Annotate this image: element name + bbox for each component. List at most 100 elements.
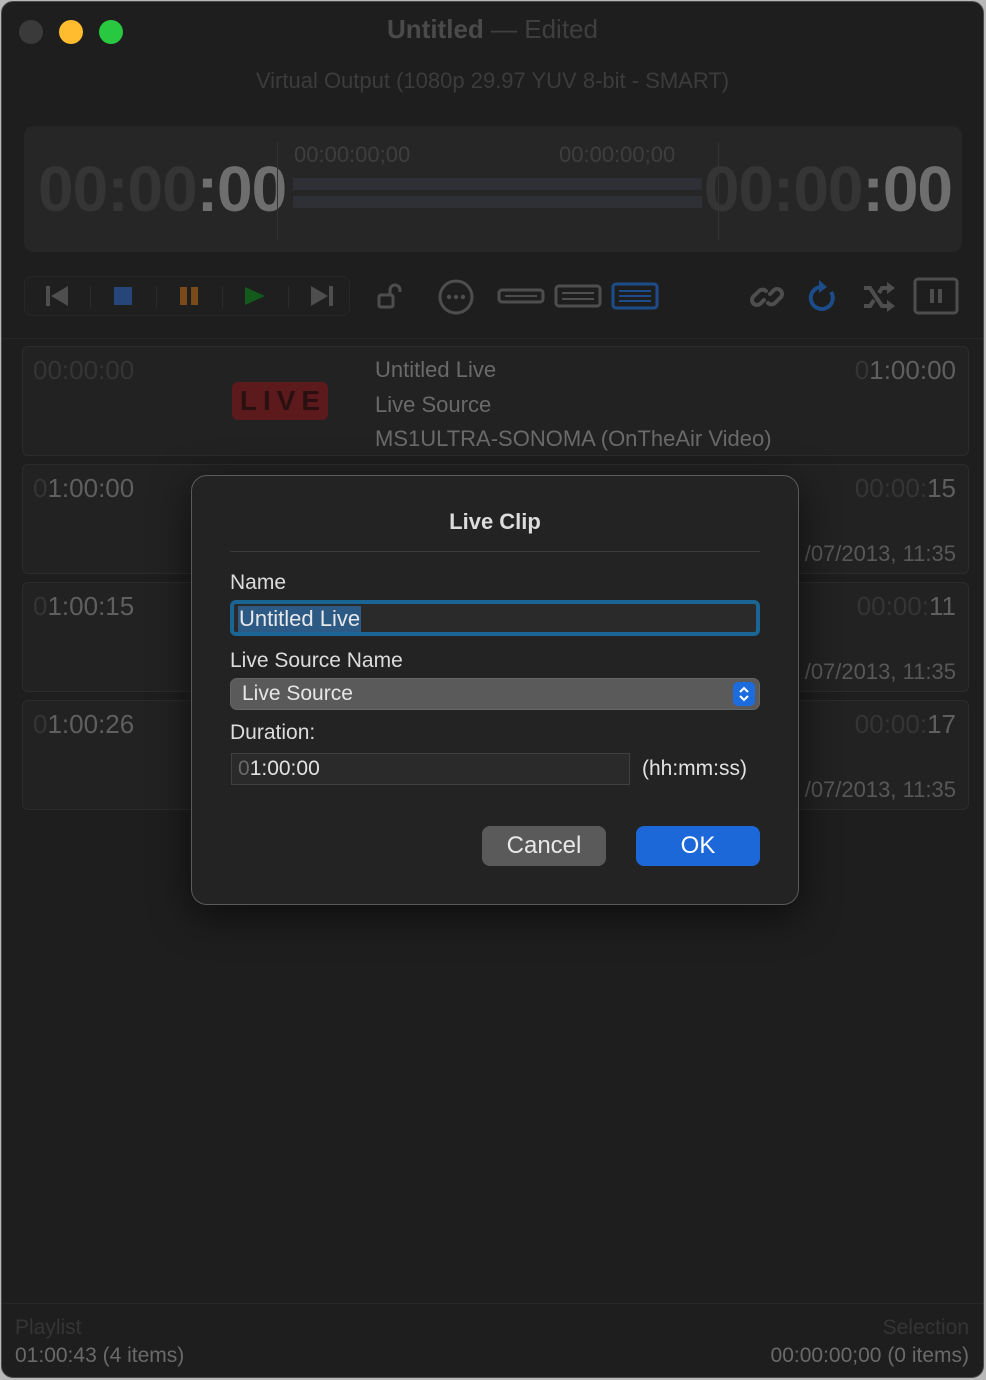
edited-status: Edited — [524, 14, 598, 44]
duration-dim: 0 — [238, 757, 250, 780]
item-start-dim: 0 — [33, 591, 48, 621]
link-icon — [750, 287, 784, 307]
duration-format-hint: (hh:mm:ss) — [642, 757, 747, 780]
elapsed-timer-dim: 00:00 — [38, 153, 198, 225]
shuffle-icon — [864, 282, 895, 312]
item-date: /07/2013, 11:35 — [804, 541, 956, 566]
item-duration-lit: 11 — [929, 591, 956, 621]
item-start-lit: 1:00:26 — [47, 709, 135, 739]
item-start-lit: 1:00:00 — [47, 473, 135, 503]
previous-icon — [46, 286, 68, 306]
loop-icon — [808, 280, 835, 311]
row-size-medium-button[interactable] — [553, 282, 603, 310]
title-separator: — — [491, 14, 518, 44]
output-description: Virtual Output (1080p 29.97 YUV 8-bit - … — [255, 68, 730, 93]
live-source-select[interactable]: Live Source — [230, 678, 760, 710]
live-badge: LIVE — [232, 382, 328, 420]
pause-button[interactable] — [156, 277, 222, 315]
item-duration: 00:00:15 — [855, 473, 956, 504]
window-title: Untitled — Edited — [2, 14, 983, 45]
document-name: Untitled — [387, 14, 484, 44]
play-button[interactable] — [222, 277, 288, 315]
row-size-large-icon — [611, 282, 659, 310]
item-source: Live Source — [375, 392, 492, 417]
item-start-dim: 0 — [33, 473, 48, 503]
previous-button[interactable] — [25, 277, 91, 315]
remaining-timer: 00:00:00 — [703, 152, 953, 226]
selection-label: Selection — [882, 1316, 969, 1339]
row-size-small-button[interactable] — [496, 284, 546, 308]
app-window: Untitled — Edited Virtual Output (1080p … — [1, 1, 984, 1378]
row-size-medium-icon — [554, 284, 602, 308]
item-duration-dim: 00:00: — [854, 709, 928, 739]
pause-icon — [180, 287, 198, 305]
ok-button[interactable]: OK — [636, 826, 760, 866]
item-duration: 00:00:17 — [855, 709, 956, 740]
clip-start-timecode: 00:00:00;00 — [294, 142, 411, 167]
timer-panel: 00:00:00 00:00:00;00 00:00:00;00 00:00:0… — [24, 126, 962, 252]
row-size-large-button[interactable] — [610, 281, 660, 311]
shuffle-button[interactable] — [860, 280, 898, 314]
item-date: /07/2013, 11:35 — [804, 777, 956, 802]
name-label: Name — [230, 571, 287, 594]
item-name: Untitled Live — [375, 357, 497, 382]
stop-button[interactable] — [90, 277, 156, 315]
timer-divider — [277, 142, 278, 240]
playlist-progress-bar — [293, 196, 702, 208]
remaining-timer-dim: 00:00 — [703, 153, 864, 225]
live-source-label: Live Source Name — [230, 649, 403, 672]
item-duration-lit: 17 — [927, 709, 956, 739]
item-date: /07/2013, 11:35 — [804, 659, 956, 684]
duration-label: Duration: — [230, 721, 316, 744]
next-button[interactable] — [288, 277, 354, 315]
clip-end-timecode: 00:00:00;00 — [559, 142, 676, 167]
duration-input[interactable]: 01:00:00 — [231, 753, 630, 785]
playlist-total: 01:00:43 (4 items) — [15, 1344, 185, 1367]
toolbar-divider — [2, 338, 983, 339]
play-icon — [245, 287, 265, 305]
item-start-time: 00:00:00 — [33, 355, 134, 386]
dialog-divider — [230, 551, 760, 552]
popup-stepper-icon — [733, 682, 755, 706]
cancel-button[interactable]: Cancel — [482, 826, 606, 866]
pause-at-end-button[interactable] — [912, 277, 960, 315]
elapsed-timer: 00:00:00 — [38, 152, 287, 226]
next-icon — [311, 286, 333, 306]
more-icon — [438, 279, 474, 315]
item-duration-dim: 0 — [854, 355, 870, 385]
row-size-small-icon — [497, 288, 545, 304]
live-clip-dialog: Live Clip Name Untitled Live Live Source… — [191, 475, 799, 905]
loop-button[interactable] — [804, 276, 842, 316]
item-start-time: 01:00:15 — [33, 591, 134, 622]
live-source-value: Live Source — [242, 682, 353, 705]
lock-button[interactable] — [374, 282, 406, 312]
item-duration: 00:00:11 — [857, 591, 956, 622]
item-start-lit: 1:00:15 — [47, 591, 135, 621]
more-options-button[interactable] — [436, 278, 476, 316]
item-start-time: 01:00:00 — [33, 473, 134, 504]
pause-box-icon — [913, 277, 959, 315]
remaining-timer-lit: :00 — [862, 153, 953, 225]
item-host: MS1ULTRA-SONOMA (OnTheAir Video) — [375, 426, 772, 451]
selection-total: 00:00:00;00 (0 items) — [770, 1344, 969, 1367]
name-input[interactable]: Untitled Live — [230, 600, 760, 636]
name-input-value: Untitled Live — [238, 606, 362, 632]
transport-controls — [24, 276, 350, 316]
stop-icon — [114, 287, 132, 305]
item-start-dim: 00:00:00 — [33, 355, 135, 385]
item-start-dim: 0 — [33, 709, 48, 739]
elapsed-timer-lit: :00 — [196, 153, 287, 225]
playlist-label: Playlist — [15, 1316, 82, 1339]
unlock-icon — [377, 283, 402, 309]
dialog-title: Live Clip — [449, 509, 541, 534]
clip-progress-bar — [293, 178, 702, 190]
playlist-item[interactable]: 00:00:00 LIVE Untitled Live Live Source … — [22, 346, 969, 456]
duration-lit: 1:00:00 — [249, 757, 320, 780]
item-start-time: 01:00:26 — [33, 709, 134, 740]
footer-divider — [2, 1303, 983, 1304]
item-duration: 01:00:00 — [855, 355, 956, 386]
item-duration-dim: 00:00: — [856, 591, 929, 621]
item-duration-lit: 1:00:00 — [869, 355, 956, 385]
item-duration-dim: 00:00: — [854, 473, 928, 503]
link-button[interactable] — [748, 278, 786, 316]
